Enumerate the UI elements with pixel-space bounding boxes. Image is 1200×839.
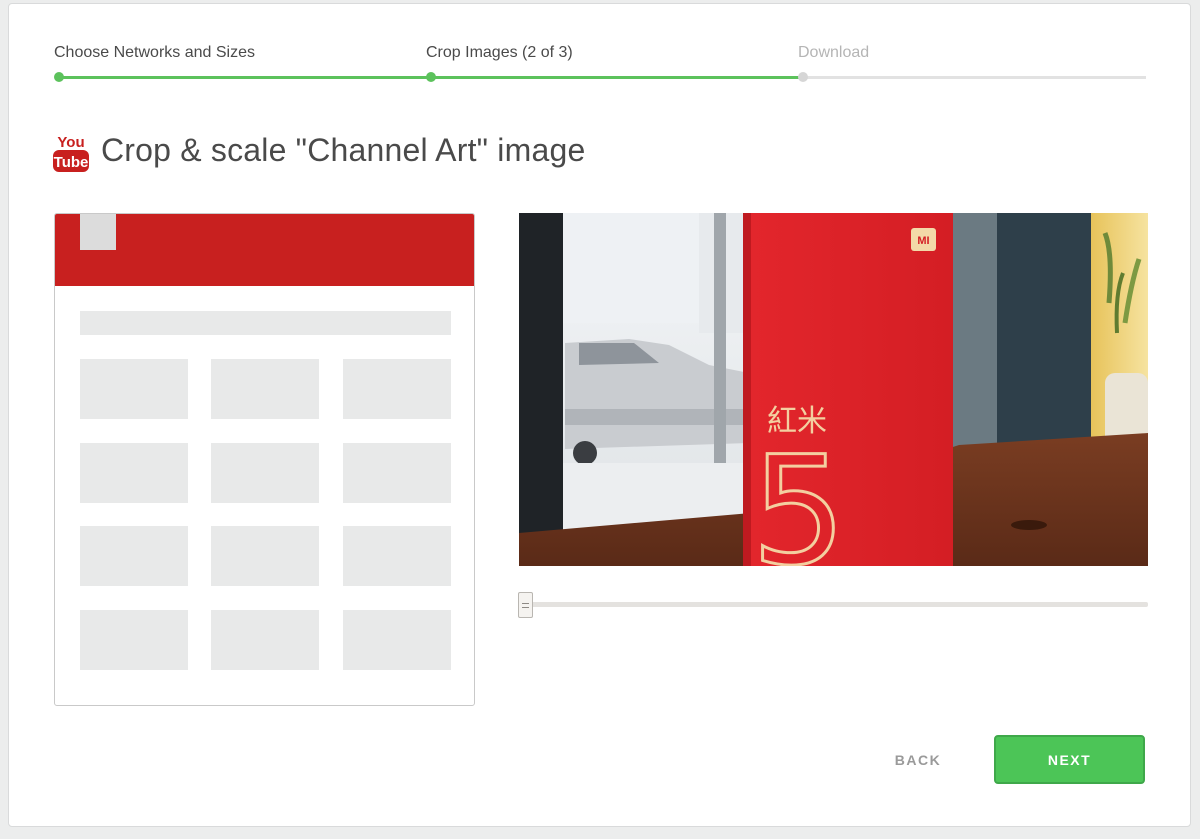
preview-banner: [55, 214, 474, 286]
step-track-3: [802, 76, 1146, 79]
step-dot-3: [798, 72, 808, 82]
preview-thumbnail: [211, 610, 319, 670]
preview-thumbnail: [80, 359, 188, 419]
step-track-2: [430, 76, 802, 79]
youtube-logo-bottom: Tube: [54, 154, 89, 171]
zoom-slider-handle[interactable]: [518, 592, 533, 618]
preview-title-bar: [80, 311, 451, 335]
preview-thumbnail: [343, 359, 451, 419]
preview-thumbnail: [80, 526, 188, 586]
box-number-text: 5: [751, 425, 846, 566]
box-logo-text: MI: [917, 235, 929, 247]
preview-thumbnail: [343, 443, 451, 503]
channel-preview: [54, 213, 475, 706]
youtube-logo-top: You: [57, 134, 84, 151]
preview-thumbnail: [211, 526, 319, 586]
step-download: Download: [798, 44, 870, 61]
next-button[interactable]: NEXT: [994, 735, 1145, 784]
step-dot-1: [54, 72, 64, 82]
youtube-logo-icon: You Tube: [53, 132, 89, 174]
page-title: Crop & scale "Channel Art" image: [101, 132, 586, 168]
preview-thumbnail: [211, 443, 319, 503]
preview-thumbnail: [343, 526, 451, 586]
preview-avatar: [80, 214, 116, 250]
preview-thumbnail: [80, 443, 188, 503]
back-button[interactable]: BACK: [868, 736, 968, 784]
preview-thumbnail: [80, 610, 188, 670]
preview-thumbnail: [343, 610, 451, 670]
step-choose-networks: Choose Networks and Sizes: [54, 44, 255, 61]
zoom-slider-track[interactable]: [527, 602, 1148, 607]
step-dot-2: [426, 72, 436, 82]
preview-thumbnail: [211, 359, 319, 419]
step-track-1: [58, 76, 430, 79]
crop-image[interactable]: MI 紅米 5: [519, 213, 1148, 566]
step-crop-images: Crop Images (2 of 3): [426, 44, 573, 61]
